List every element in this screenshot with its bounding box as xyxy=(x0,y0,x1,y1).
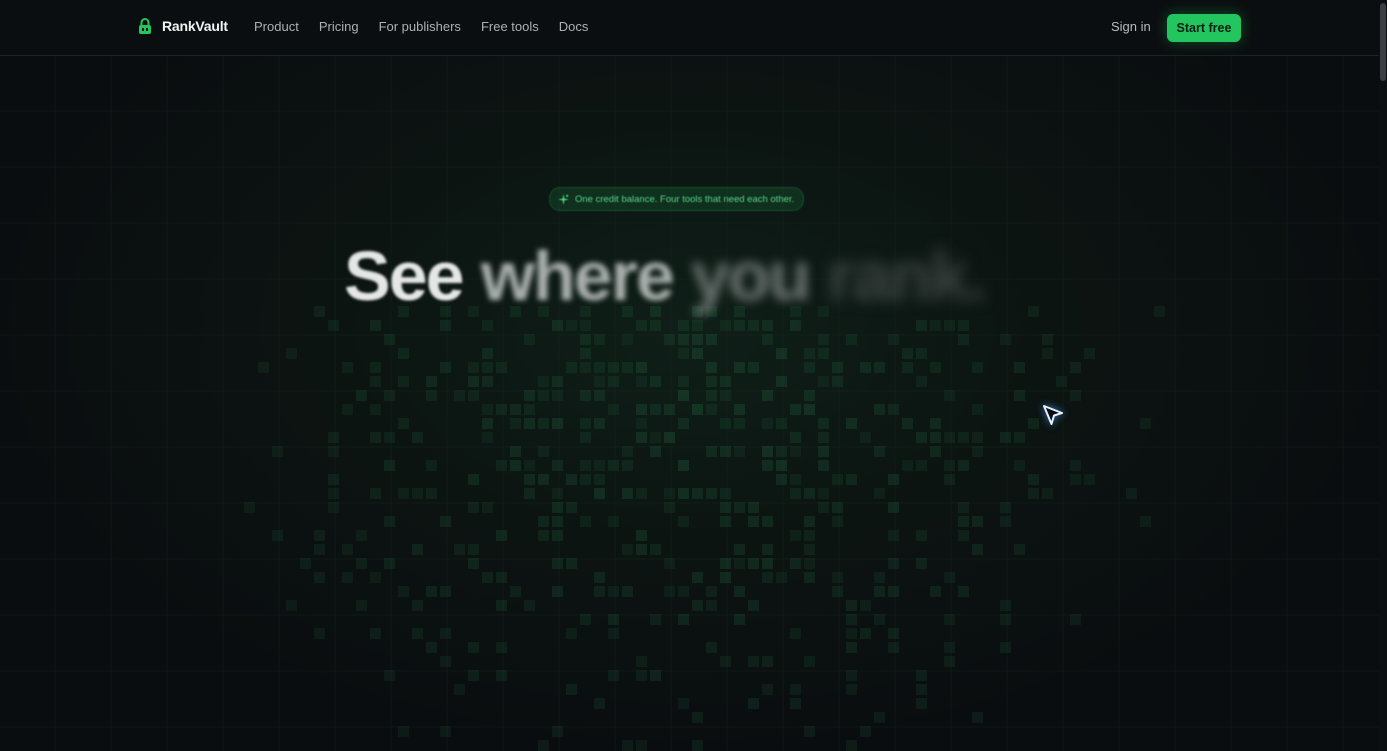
headline-word-1: See xyxy=(344,237,465,315)
lock-icon xyxy=(139,18,151,34)
nav-link-product[interactable]: Product xyxy=(254,19,299,34)
headline-word-2: where xyxy=(480,237,675,315)
brand-logo[interactable]: RankVault xyxy=(137,17,228,35)
sparkle-icon xyxy=(558,193,569,205)
page-scrollbar[interactable] xyxy=(1379,0,1387,751)
hero-badge-text: One credit balance. Four tools that need… xyxy=(575,193,795,205)
start-free-button[interactable]: Start free xyxy=(1167,14,1241,42)
nav-link-free-tools[interactable]: Free tools xyxy=(481,19,539,34)
top-nav: RankVault Product Pricing For publishers… xyxy=(0,0,1379,56)
background-grid xyxy=(0,56,1387,751)
headline-word-3: you xyxy=(690,237,811,315)
hero-headline: See where you rank. xyxy=(344,236,1003,316)
sign-in-link[interactable]: Sign in xyxy=(1111,19,1151,34)
tile-grid-graphic xyxy=(0,56,1379,751)
brand-name: RankVault xyxy=(162,18,228,34)
nav-link-docs[interactable]: Docs xyxy=(559,19,589,34)
mouse-cursor-icon xyxy=(1043,405,1063,425)
landing-page: RankVault Product Pricing For publishers… xyxy=(0,0,1387,751)
nav-link-for-publishers[interactable]: For publishers xyxy=(379,19,461,34)
hero-badge: One credit balance. Four tools that need… xyxy=(549,187,805,211)
scrollbar-thumb[interactable] xyxy=(1380,3,1386,81)
headline-word-4: rank. xyxy=(827,237,986,315)
nav-link-pricing[interactable]: Pricing xyxy=(319,19,359,34)
nav-links: Product Pricing For publishers Free tool… xyxy=(254,19,588,34)
